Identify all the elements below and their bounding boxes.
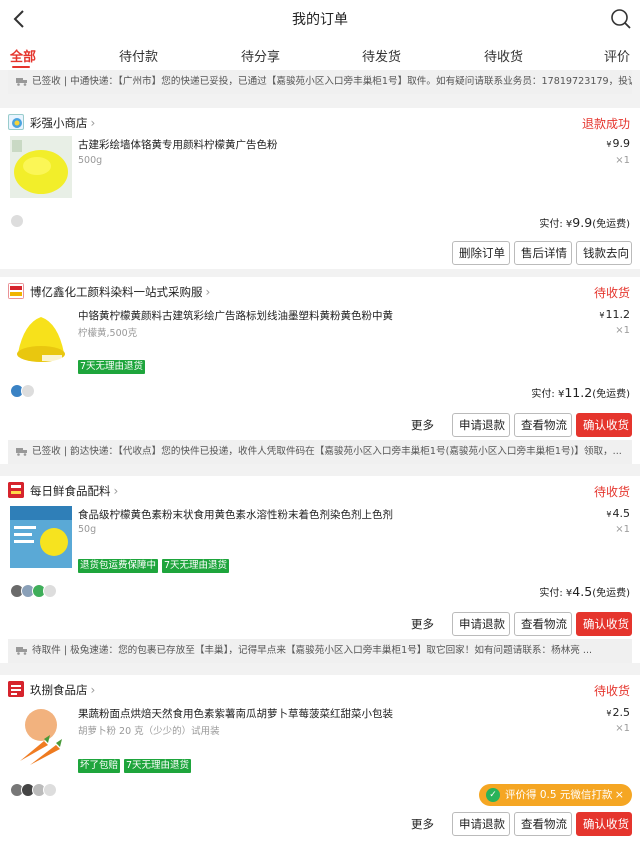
order-card: 博亿鑫化工颜料染料一站式采购服 › 待收货 中铬黄柠檬黄颜料古建筑彩绘广告路标划线…: [0, 277, 640, 464]
active-tab-indicator: [12, 66, 30, 68]
product-qty: ×1: [615, 155, 630, 166]
shop-logo: [8, 283, 24, 299]
refund-destination-button[interactable]: 钱款去向: [576, 241, 632, 265]
close-icon[interactable]: ×: [615, 784, 624, 806]
product-spec: 500g: [78, 155, 103, 166]
chevron-right-icon: ›: [90, 683, 96, 697]
service-tags: 7天无理由退货: [78, 354, 149, 374]
shop-logo: [8, 114, 24, 130]
confirm-receipt-button[interactable]: 确认收货: [576, 612, 632, 636]
product-title[interactable]: 古建彩绘墙体铬黄专用颜料柠檬黄广告色粉: [78, 137, 278, 152]
check-icon: ✓: [486, 788, 500, 802]
apply-refund-button[interactable]: 申请退款: [452, 612, 510, 636]
product-image[interactable]: [10, 506, 72, 568]
buyer-avatars: [10, 214, 24, 228]
product-spec: 胡萝卜粉 20 克（少少的）试用装: [78, 726, 220, 737]
service-tag: 7天无理由退货: [78, 360, 146, 374]
shop-name[interactable]: 博亿鑫化工颜料染料一站式采购服 ›: [30, 284, 210, 300]
tab-review[interactable]: 评价: [604, 46, 630, 65]
service-tags: 退货包运费保障中 7天无理由退货: [78, 553, 233, 573]
truck-icon: [16, 448, 27, 456]
order-total: 实付: ¥11.2(免运费): [531, 385, 630, 400]
order-total: 实付: ¥4.5(免运费): [539, 584, 630, 599]
confirm-receipt-button[interactable]: 确认收货: [576, 413, 632, 437]
review-reward-toast[interactable]: ✓ 评价得 0.5 元微信打款 ×: [479, 784, 632, 806]
service-tag: 7天无理由退货: [124, 759, 192, 773]
notice-text: 已签收 | 韵达快递：【代收点】您的快件已投递，收件人凭取件码在【嘉骏苑小区入口…: [32, 446, 622, 457]
order-card: 每日鲜食品配料 › 待收货 食品级柠檬黄色素粉末状食用黄色素水溶性粉末着色剂染色剂…: [0, 476, 640, 663]
product-image[interactable]: [10, 136, 72, 198]
order-status: 待收货: [593, 286, 630, 300]
view-logistics-button[interactable]: 查看物流: [514, 413, 572, 437]
product-image[interactable]: [10, 307, 72, 369]
logistics-notice[interactable]: 已签收 | 中通快递：【广州市】您的快递已妥投，已通过【嘉骏苑小区入口旁丰巢柜1…: [8, 70, 632, 94]
product-qty: ×1: [615, 325, 630, 336]
apply-refund-button[interactable]: 申请退款: [452, 812, 510, 836]
product-qty: ×1: [615, 524, 630, 535]
product-title[interactable]: 果蔬粉面点烘焙天然食用色素紫薯南瓜胡萝卜草莓菠菜红甜菜小包装: [78, 706, 393, 721]
tab-pending-payment[interactable]: 待付款: [119, 46, 158, 65]
search-icon[interactable]: [610, 8, 632, 30]
buyer-avatars: [10, 384, 35, 398]
avatar: [10, 214, 24, 228]
shop-name[interactable]: 彩强小商店 ›: [30, 115, 95, 131]
tab-pending-shipment[interactable]: 待发货: [362, 46, 401, 65]
product-spec: 50g: [78, 524, 97, 535]
product-title[interactable]: 食品级柠檬黄色素粉末状食用黄色素水溶性粉末着色剂染色剂上色剂: [78, 507, 393, 522]
avatar: [21, 384, 35, 398]
buyer-avatars: [10, 584, 57, 598]
chevron-right-icon: ›: [205, 285, 211, 299]
service-tags: 坏了包赔 7天无理由退货: [78, 753, 195, 773]
product-qty: ×1: [615, 723, 630, 734]
tab-all[interactable]: 全部: [10, 46, 36, 65]
chevron-right-icon: ›: [113, 484, 119, 498]
tab-pending-share[interactable]: 待分享: [241, 46, 280, 65]
delete-order-button[interactable]: 删除订单: [452, 241, 510, 265]
product-price: ¥2.5: [606, 706, 630, 719]
order-status: 待收货: [593, 684, 630, 698]
avatar: [43, 584, 57, 598]
product-price: ¥11.2: [599, 308, 630, 321]
after-sales-detail-button[interactable]: 售后详情: [514, 241, 572, 265]
chevron-right-icon: ›: [90, 116, 96, 130]
service-tag: 7天无理由退货: [162, 559, 230, 573]
view-logistics-button[interactable]: 查看物流: [514, 812, 572, 836]
order-card: 彩强小商店 › 退款成功 古建彩绘墙体铬黄专用颜料柠檬黄广告色粉 500g ¥9.…: [0, 108, 640, 269]
more-button[interactable]: 更多: [411, 616, 434, 632]
service-tag: 退货包运费保障中: [78, 559, 159, 573]
notice-text: 待取件 | 极兔速递：您的包裹已存放至【丰巢】，记得早点来【嘉骏苑小区入口旁丰巢…: [32, 645, 593, 656]
view-logistics-button[interactable]: 查看物流: [514, 612, 572, 636]
confirm-receipt-button[interactable]: 确认收货: [576, 812, 632, 836]
order-tabs: 全部 待付款 待分享 待发货 待收货 评价: [0, 38, 640, 70]
product-title[interactable]: 中铬黄柠檬黄颜料古建筑彩绘广告路标划线油墨塑料黄粉黄色粉中黄: [78, 308, 393, 323]
more-button[interactable]: 更多: [411, 816, 434, 832]
shop-name[interactable]: 每日鲜食品配料 ›: [30, 483, 118, 499]
apply-refund-button[interactable]: 申请退款: [452, 413, 510, 437]
order-card: 玖捌食品店 › 待收货 果蔬粉面点烘焙天然食用色素紫薯南瓜胡萝卜草莓菠菜红甜菜小包…: [0, 675, 640, 841]
avatar: [43, 783, 57, 797]
order-total: 实付: ¥9.9(免运费): [539, 215, 630, 230]
truck-icon: [16, 78, 27, 86]
product-price: ¥9.9: [606, 137, 630, 150]
product-price: ¥4.5: [606, 507, 630, 520]
product-image[interactable]: [10, 705, 72, 767]
logistics-notice[interactable]: 待取件 | 极兔速递：您的包裹已存放至【丰巢】，记得早点来【嘉骏苑小区入口旁丰巢…: [8, 639, 632, 663]
toast-text: 评价得 0.5 元微信打款: [505, 789, 613, 801]
shop-logo: [8, 681, 24, 697]
shop-logo: [8, 482, 24, 498]
buyer-avatars: [10, 783, 57, 797]
notice-text: 已签收 | 中通快递：【广州市】您的快递已妥投，已通过【嘉骏苑小区入口旁丰巢柜1…: [32, 76, 632, 87]
tab-pending-receipt[interactable]: 待收货: [484, 46, 523, 65]
logistics-notice[interactable]: 已签收 | 韵达快递：【代收点】您的快件已投递，收件人凭取件码在【嘉骏苑小区入口…: [8, 440, 632, 464]
shop-name[interactable]: 玖捌食品店 ›: [30, 682, 95, 698]
order-status: 退款成功: [581, 117, 630, 131]
more-button[interactable]: 更多: [411, 417, 434, 433]
service-tag: 坏了包赔: [78, 759, 121, 773]
top-bar: 我的订单: [0, 0, 640, 38]
page-title: 我的订单: [292, 12, 348, 28]
product-spec: 柠檬黄,500克: [78, 328, 138, 339]
truck-icon: [16, 647, 27, 655]
order-status: 待收货: [593, 485, 630, 499]
